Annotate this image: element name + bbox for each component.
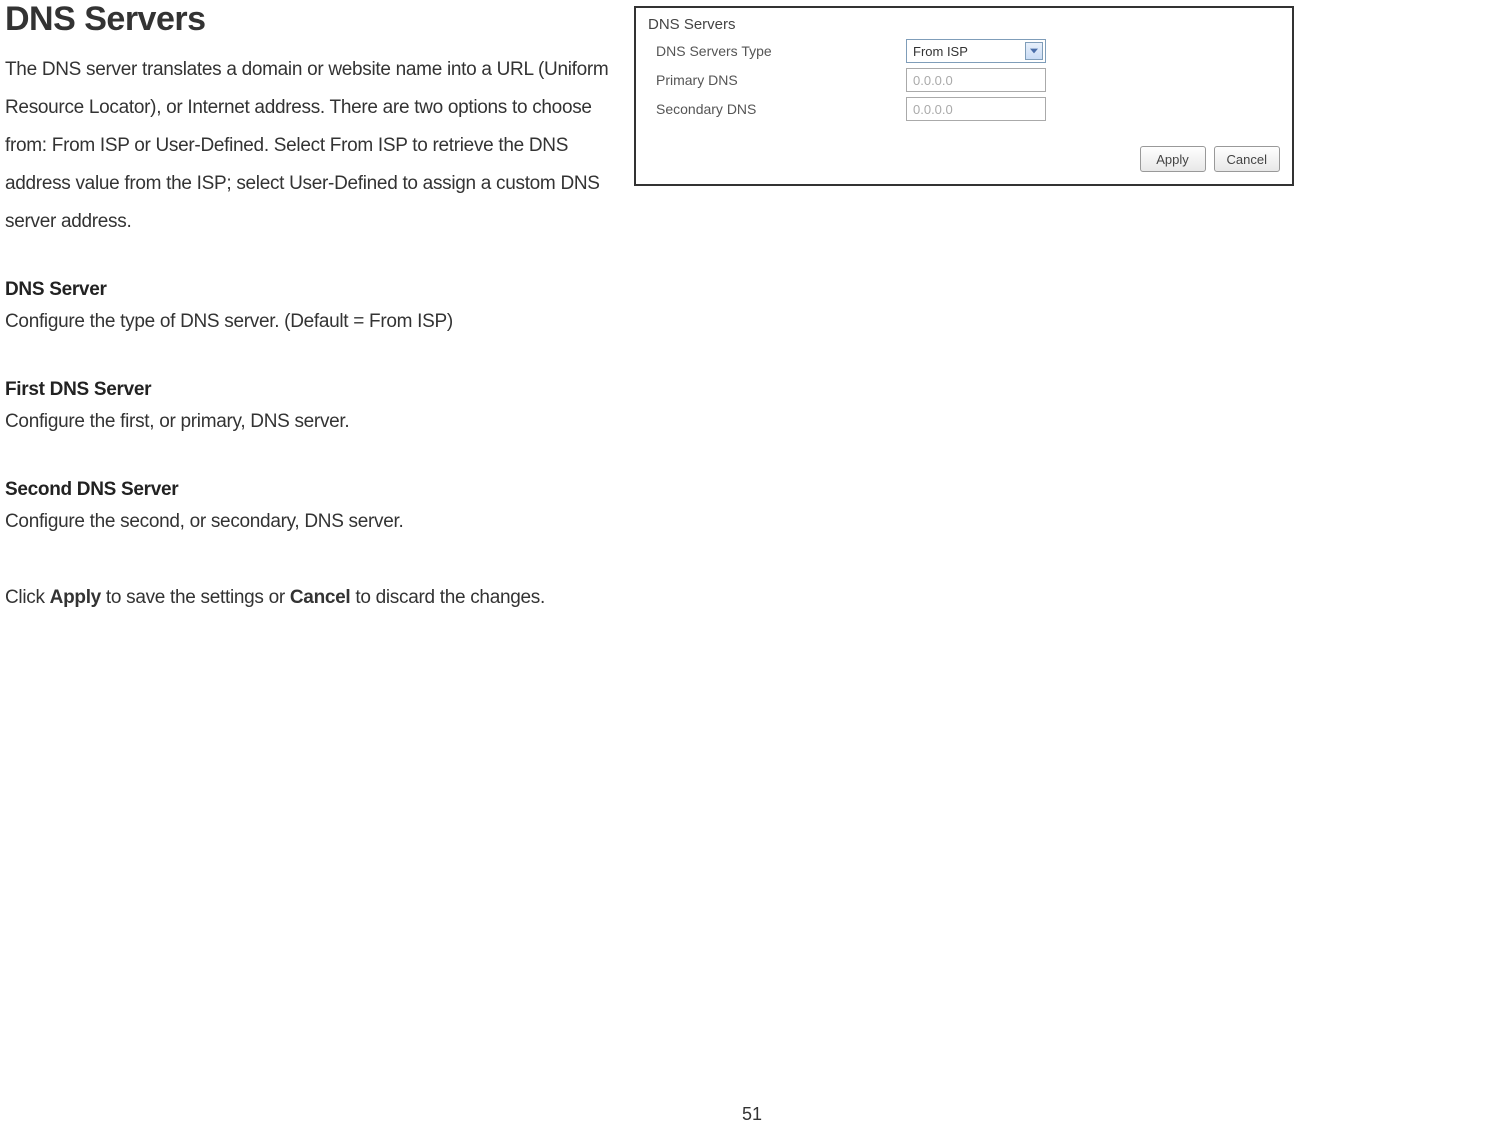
panel-button-row: Apply Cancel <box>1140 146 1280 172</box>
final-pre: Click <box>5 587 50 608</box>
row-dns-servers-type: DNS Servers Type From ISP <box>648 39 1280 63</box>
label-dns-servers-type: DNS Servers Type <box>656 43 906 59</box>
section-desc-second-dns: Configure the second, or secondary, DNS … <box>5 503 620 541</box>
final-cancel-word: Cancel <box>290 587 351 608</box>
page-title: DNS Servers <box>5 0 620 39</box>
intro-paragraph: The DNS server translates a domain or we… <box>5 51 620 241</box>
apply-button[interactable]: Apply <box>1140 146 1206 172</box>
select-value: From ISP <box>913 44 968 59</box>
section-desc-dns-server: Configure the type of DNS server. (Defau… <box>5 303 620 341</box>
row-secondary-dns: Secondary DNS 0.0.0.0 <box>648 97 1280 121</box>
final-apply-word: Apply <box>50 587 101 608</box>
input-primary-dns[interactable]: 0.0.0.0 <box>906 68 1046 92</box>
select-dns-type[interactable]: From ISP <box>906 39 1046 63</box>
section-heading-first-dns: First DNS Server <box>5 379 620 401</box>
content-column: DNS Servers The DNS server translates a … <box>0 0 620 617</box>
final-post: to discard the changes. <box>350 587 545 608</box>
dns-settings-panel: DNS Servers DNS Servers Type From ISP Pr… <box>634 6 1294 186</box>
section-heading-dns-server: DNS Server <box>5 279 620 301</box>
chevron-down-icon[interactable] <box>1025 42 1043 60</box>
page-number: 51 <box>742 1104 762 1125</box>
panel-title: DNS Servers <box>648 16 1280 33</box>
section-desc-first-dns: Configure the first, or primary, DNS ser… <box>5 403 620 441</box>
row-primary-dns: Primary DNS 0.0.0.0 <box>648 68 1280 92</box>
final-mid: to save the settings or <box>101 587 290 608</box>
input-secondary-dns[interactable]: 0.0.0.0 <box>906 97 1046 121</box>
final-note: Click Apply to save the settings or Canc… <box>5 579 620 617</box>
input-placeholder: 0.0.0.0 <box>913 73 953 88</box>
input-placeholder: 0.0.0.0 <box>913 102 953 117</box>
label-secondary-dns: Secondary DNS <box>656 101 906 117</box>
panel-inner: DNS Servers DNS Servers Type From ISP Pr… <box>636 8 1292 134</box>
cancel-button[interactable]: Cancel <box>1214 146 1280 172</box>
label-primary-dns: Primary DNS <box>656 72 906 88</box>
section-heading-second-dns: Second DNS Server <box>5 479 620 501</box>
